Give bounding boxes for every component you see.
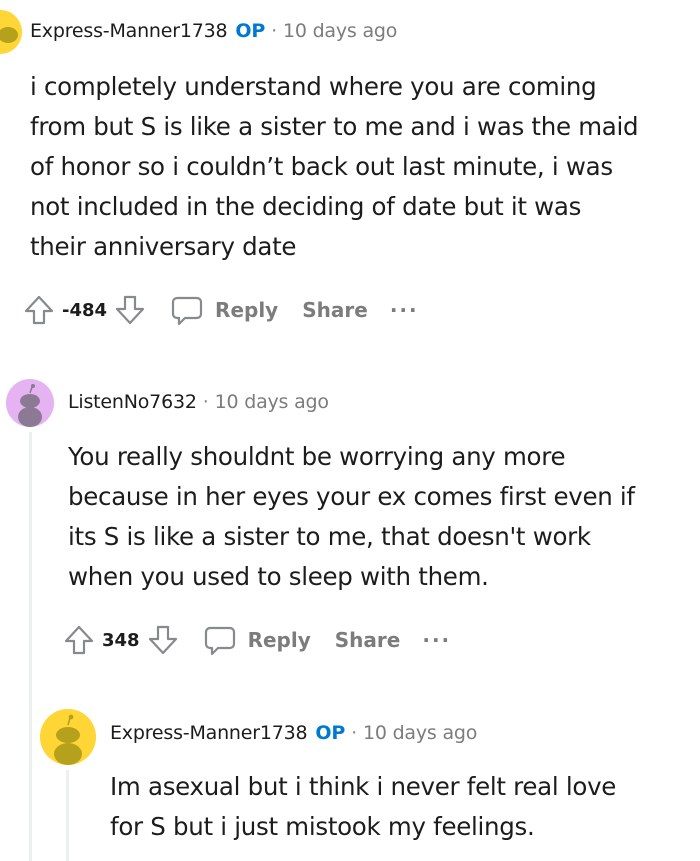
comment-line: because in her eyes your ex comes first …: [68, 482, 635, 511]
comment-line: You really shouldnt be worrying any more: [68, 442, 566, 471]
snoo-avatar-icon: [40, 709, 96, 765]
author-name[interactable]: Express-Manner1738: [110, 722, 308, 744]
comment-time[interactable]: 10 days ago: [283, 20, 397, 42]
comment-meta: Express-Manner1738 OP · 10 days ago: [30, 20, 397, 42]
avatar[interactable]: [0, 10, 22, 54]
comment-actions: 348 Reply Share ···: [62, 620, 451, 660]
thread-line[interactable]: [29, 432, 32, 861]
comment-actions: -484 Reply Share ···: [22, 290, 419, 330]
comment-line: its S is like a sister to me, that doesn…: [68, 522, 591, 551]
snoo-avatar-icon: [6, 379, 54, 427]
comment-time[interactable]: 10 days ago: [215, 391, 329, 413]
reply-button[interactable]: Reply: [202, 622, 311, 658]
comment-line: of honor so i couldn’t back out last min…: [30, 152, 613, 181]
upvote-icon[interactable]: [22, 293, 56, 327]
comment-meta: ListenNo7632 · 10 days ago: [68, 391, 329, 413]
meta-separator: ·: [351, 722, 357, 744]
reply-button[interactable]: Reply: [169, 292, 278, 328]
author-name[interactable]: ListenNo7632: [68, 391, 197, 413]
downvote-icon[interactable]: [113, 293, 147, 327]
more-options-icon[interactable]: ···: [422, 628, 451, 652]
comment-time[interactable]: 10 days ago: [363, 722, 477, 744]
snoo-avatar-icon: [0, 10, 22, 54]
thread-line[interactable]: [66, 770, 69, 861]
comment-line: from but S is like a sister to me and i …: [30, 112, 639, 141]
comment-meta: Express-Manner1738 OP · 10 days ago: [110, 722, 477, 744]
share-button[interactable]: Share: [302, 298, 368, 322]
avatar[interactable]: [40, 709, 96, 765]
upvote-icon[interactable]: [62, 623, 96, 657]
downvote-icon[interactable]: [146, 623, 180, 657]
more-options-icon[interactable]: ···: [390, 298, 419, 322]
meta-separator: ·: [202, 391, 209, 413]
avatar[interactable]: [6, 379, 54, 427]
comment-body: You really shouldnt be worrying any more…: [68, 437, 693, 597]
comment-line: when you used to sleep with them.: [68, 562, 489, 591]
share-button[interactable]: Share: [335, 628, 401, 652]
comment-line: their anniversary date: [30, 232, 297, 261]
comment-body: i completely understand where you are co…: [30, 67, 690, 267]
reply-label: Reply: [215, 298, 279, 322]
reply-label: Reply: [247, 628, 311, 652]
op-badge: OP: [235, 20, 266, 42]
comment-line: Im asexual but i think i never felt real…: [110, 772, 617, 801]
vote-score: 348: [102, 629, 140, 651]
comment-line: for S but i just mistook my feelings.: [110, 812, 535, 841]
comment-line: not included in the deciding of date but…: [30, 192, 582, 221]
op-badge: OP: [315, 722, 346, 744]
comment-bubble-icon: [204, 626, 235, 656]
vote-score: -484: [62, 299, 108, 321]
meta-separator: ·: [271, 20, 277, 42]
author-name[interactable]: Express-Manner1738: [30, 20, 228, 42]
comment-line: i completely understand where you are co…: [30, 72, 597, 101]
comment-bubble-icon: [171, 296, 203, 326]
comment-body: Im asexual but i think i never felt real…: [110, 767, 695, 847]
